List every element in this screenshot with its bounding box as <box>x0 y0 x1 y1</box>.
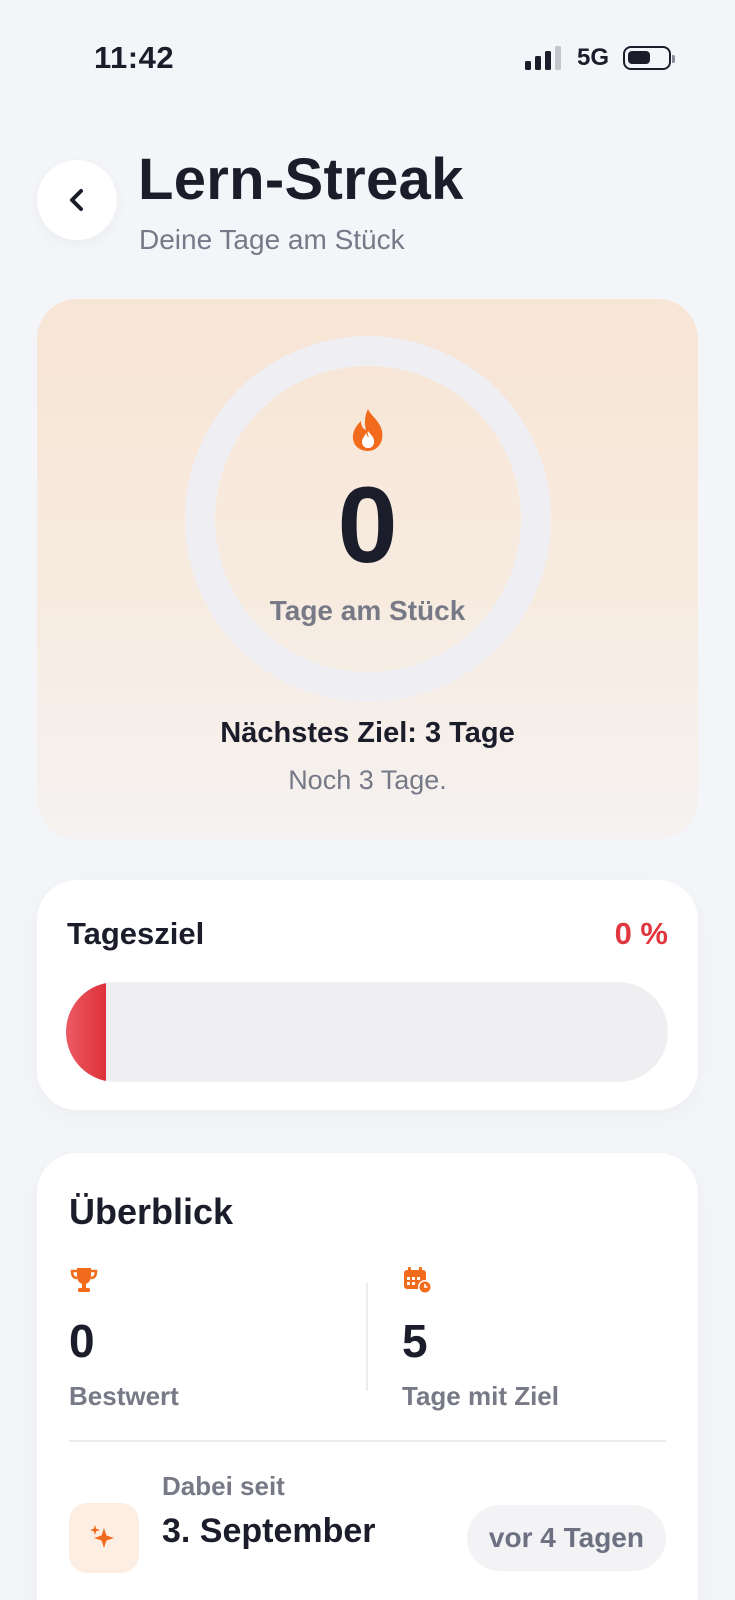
status-indicators: 5G <box>524 44 675 72</box>
page-title: Lern-Streak <box>138 147 464 212</box>
daily-goal-card: Tagesziel 0 % <box>37 880 698 1110</box>
stat-goal-days-label: Tage mit Ziel <box>402 1380 559 1411</box>
battery-icon <box>623 46 675 70</box>
stat-goal-days-value: 5 <box>402 1315 428 1367</box>
stat-best-label: Bestwert <box>69 1380 179 1411</box>
stat-goal-days: 5 Tage mit Ziel <box>402 1265 559 1412</box>
overview-title: Überblick <box>69 1191 234 1232</box>
since-label: Dabei seit <box>162 1471 285 1501</box>
page-subtitle: Deine Tage am Stück <box>139 224 405 255</box>
trophy-icon <box>70 1268 98 1292</box>
daily-goal-progress-bar <box>66 982 668 1082</box>
calendar-icon <box>404 1267 432 1294</box>
since-date: 3. September <box>162 1512 376 1550</box>
back-button[interactable] <box>37 160 117 240</box>
overview-divider <box>69 1440 666 1442</box>
status-time: 11:42 <box>94 40 175 75</box>
sparkles-icon <box>90 1525 114 1548</box>
overview-card: Überblick 0 Bestwert 5 Tage mit Ziel Dab… <box>37 1153 698 1600</box>
stat-best-value: 0 <box>69 1315 95 1367</box>
since-relative-badge: vor 4 Tagen <box>466 1505 666 1571</box>
next-goal-remaining: Noch 3 Tage. <box>288 765 447 795</box>
streak-card: 0 Tage am Stück Nächstes Ziel: 3 Tage No… <box>37 299 698 839</box>
streak-label: Tage am Stück <box>269 595 466 626</box>
network-type: 5G <box>576 44 609 71</box>
signal-icon <box>524 46 561 70</box>
stat-divider <box>366 1283 368 1391</box>
chevron-left-icon <box>70 189 83 211</box>
streak-count: 0 <box>337 464 398 585</box>
next-goal: Nächstes Ziel: 3 Tage <box>220 717 515 749</box>
stat-best: 0 Bestwert <box>69 1265 179 1412</box>
daily-goal-percent: 0 % <box>614 916 668 951</box>
daily-goal-title: Tagesziel <box>67 916 205 951</box>
flame-icon <box>352 409 383 451</box>
since-icon-box <box>69 1503 139 1573</box>
daily-goal-progress-fill <box>66 982 106 1082</box>
status-bar: 11:42 5G <box>0 0 735 120</box>
